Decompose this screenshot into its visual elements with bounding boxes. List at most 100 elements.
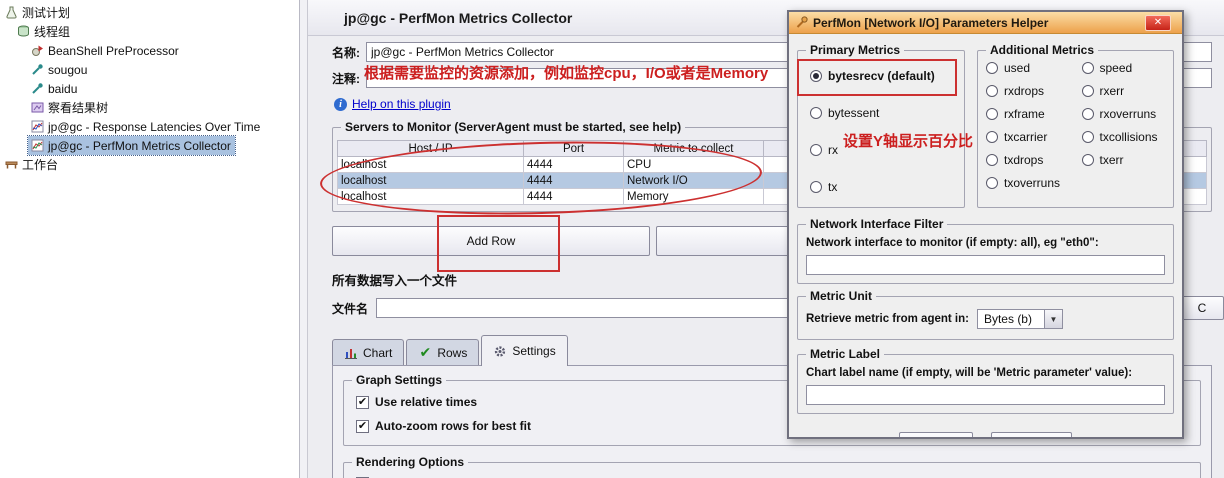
cell-port[interactable]: 4444 xyxy=(523,188,624,205)
checkbox-label: Auto-zoom rows for best fit xyxy=(375,419,531,433)
radio-option-rxframe[interactable]: rxframe xyxy=(986,107,1076,121)
use-relative-times-checkbox[interactable]: ✔ xyxy=(356,395,369,409)
cancel-cross-icon: ✘ xyxy=(1005,438,1015,439)
radio-icon[interactable] xyxy=(1081,131,1094,143)
servers-group-title: Servers to Monitor (ServerAgent must be … xyxy=(341,120,686,134)
radio-icon[interactable] xyxy=(810,70,822,82)
radio-icon[interactable] xyxy=(1081,62,1094,74)
radio-option-rx[interactable]: rx xyxy=(810,143,960,157)
auto-zoom-checkbox[interactable]: ✔ xyxy=(356,419,369,433)
test-plan-tree: 测试计划 线程组 BeanShell PreProcessor sougou b… xyxy=(0,0,300,478)
cell-metric[interactable]: CPU xyxy=(623,156,764,173)
workbench-icon xyxy=(4,158,18,172)
radio-label: txoverruns xyxy=(1004,176,1061,190)
filename-label: 文件名 xyxy=(332,301,369,316)
chart-listener-icon xyxy=(30,139,44,153)
dropdown-value: Bytes (b) xyxy=(983,312,1032,326)
tab-chart[interactable]: Chart xyxy=(332,339,405,365)
radio-icon[interactable] xyxy=(986,108,998,120)
tree-item-label: jp@gc - Response Latencies Over Time xyxy=(48,119,261,134)
radio-icon[interactable] xyxy=(986,131,998,143)
radio-option-txcarrier[interactable]: txcarrier xyxy=(986,130,1076,144)
cell-port[interactable]: 4444 xyxy=(523,172,624,189)
radio-icon[interactable] xyxy=(1081,85,1094,97)
radio-label: txdrops xyxy=(1004,153,1044,167)
apply-button[interactable]: ✔ Apply xyxy=(898,432,973,437)
tree-item-label: sougou xyxy=(48,62,88,77)
tree-item-sougou[interactable]: sougou xyxy=(28,60,91,79)
gear-icon xyxy=(493,344,507,358)
radio-label: tx xyxy=(828,180,838,194)
tree-item-workbench[interactable]: 工作台 xyxy=(2,155,62,174)
http-request-icon xyxy=(30,82,44,96)
network-filter-label: Network interface to monitor (if empty: … xyxy=(806,237,1099,249)
additional-metrics-group: Additional Metrics used rxdrops rxframe … xyxy=(977,43,1174,208)
radio-option-speed[interactable]: speed xyxy=(1081,61,1172,75)
cell-host[interactable]: localhost xyxy=(337,188,524,205)
help-link[interactable]: Help on this plugin xyxy=(352,97,451,111)
tree-item-baidu[interactable]: baidu xyxy=(28,79,81,98)
radio-option-used[interactable]: used xyxy=(986,61,1076,75)
radio-icon[interactable] xyxy=(810,181,822,193)
tree-item-perfmon-collector[interactable]: jp@gc - PerfMon Metrics Collector xyxy=(27,135,236,156)
radio-option-bytessent[interactable]: bytessent xyxy=(810,106,960,120)
chevron-down-icon[interactable]: ▼ xyxy=(1043,310,1062,328)
radio-icon[interactable] xyxy=(986,154,998,166)
thread-group-icon xyxy=(16,25,30,39)
tree-item-test-plan[interactable]: 测试计划 xyxy=(2,3,74,22)
dialog-title: PerfMon [Network I/O] Parameters Helper xyxy=(813,15,1049,30)
partial-button-c[interactable]: C xyxy=(1180,296,1224,320)
cell-port[interactable]: 4444 xyxy=(523,156,624,173)
comment-label: 注释: xyxy=(332,71,360,86)
add-row-button[interactable]: Add Row xyxy=(332,226,650,256)
tree-item-response-latencies[interactable]: jp@gc - Response Latencies Over Time xyxy=(28,117,264,136)
tree-item-thread-group[interactable]: 线程组 xyxy=(14,22,74,41)
radio-icon[interactable] xyxy=(1081,108,1094,120)
radio-option-txdrops[interactable]: txdrops xyxy=(986,153,1076,167)
radio-option-rxoverruns[interactable]: rxoverruns xyxy=(1081,107,1172,121)
radio-option-rxerr[interactable]: rxerr xyxy=(1081,84,1172,98)
tab-settings[interactable]: Settings xyxy=(481,335,568,366)
chart-label-input[interactable] xyxy=(806,385,1165,405)
radio-option-txoverruns[interactable]: txoverruns xyxy=(986,176,1076,190)
cell-metric[interactable]: Network I/O xyxy=(623,172,764,189)
radio-label: rxerr xyxy=(1099,84,1125,98)
name-label: 名称: xyxy=(332,45,360,60)
radio-option-txcollisions[interactable]: txcollisions xyxy=(1081,130,1172,144)
rendering-options-title: Rendering Options xyxy=(352,455,468,469)
tree-item-view-results-tree[interactable]: 察看结果树 xyxy=(28,98,112,117)
cancel-button[interactable]: ✘ Cancel xyxy=(990,432,1073,439)
radio-icon[interactable] xyxy=(810,107,822,119)
radio-label: txcarrier xyxy=(1004,130,1048,144)
test-plan-icon xyxy=(4,6,18,20)
tree-item-label: 工作台 xyxy=(22,158,59,172)
cell-host[interactable]: localhost xyxy=(337,172,524,189)
radio-option-txerr[interactable]: txerr xyxy=(1081,153,1172,167)
radio-option-rxdrops[interactable]: rxdrops xyxy=(986,84,1076,98)
primary-metrics-group: Primary Metrics bytesrecv (default) byte… xyxy=(797,43,965,208)
close-icon[interactable]: ✕ xyxy=(1145,14,1171,31)
radio-icon[interactable] xyxy=(986,62,998,74)
radio-label: rxdrops xyxy=(1004,84,1045,98)
tree-item-beanshell-preprocessor[interactable]: BeanShell PreProcessor xyxy=(28,41,183,60)
graph-settings-title: Graph Settings xyxy=(352,373,447,387)
radio-label: used xyxy=(1004,61,1031,75)
cell-host[interactable]: localhost xyxy=(337,156,524,173)
radio-icon[interactable] xyxy=(986,177,998,189)
cancel-label: Cancel xyxy=(1021,438,1058,439)
network-interface-input[interactable] xyxy=(806,255,1165,275)
radio-option-tx[interactable]: tx xyxy=(810,180,960,194)
rendering-options-group: Rendering Options ✔ xyxy=(343,455,1201,478)
radio-icon[interactable] xyxy=(986,85,998,97)
tree-splitter[interactable] xyxy=(300,0,308,478)
cell-metric[interactable]: Memory xyxy=(623,188,764,205)
dialog-buttons: ✔ Apply ✘ Cancel xyxy=(797,432,1174,439)
metric-unit-dropdown[interactable]: Bytes (b) ▼ xyxy=(976,309,1063,329)
dialog-titlebar[interactable]: PerfMon [Network I/O] Parameters Helper … xyxy=(789,12,1182,34)
jmeter-window: 测试计划 线程组 BeanShell PreProcessor sougou b… xyxy=(0,0,1224,478)
tab-rows[interactable]: ✔ Rows xyxy=(406,339,480,365)
radio-label: speed xyxy=(1099,61,1133,75)
radio-icon[interactable] xyxy=(810,144,822,156)
radio-icon[interactable] xyxy=(1081,154,1094,166)
radio-option-bytesrecv[interactable]: bytesrecv (default) xyxy=(810,69,960,83)
